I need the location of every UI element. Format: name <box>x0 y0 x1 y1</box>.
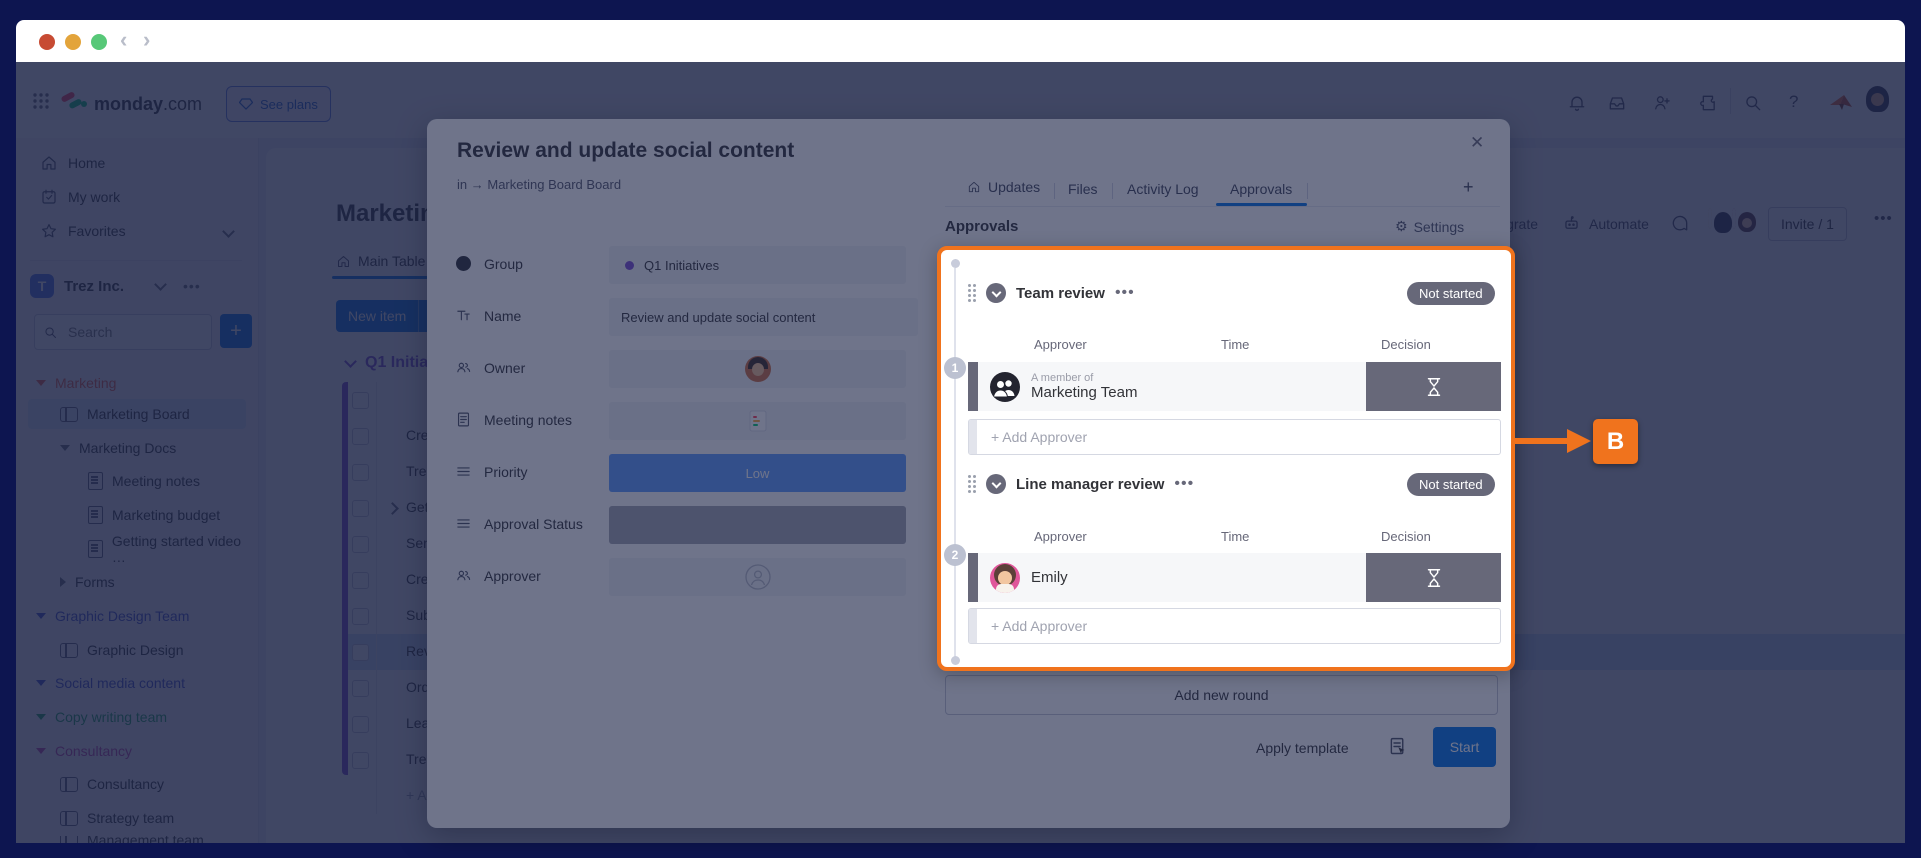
column-header-decision: Decision <box>1381 337 1431 352</box>
team-avatar <box>990 372 1020 402</box>
round-header: Line manager review ••• <box>968 474 1194 494</box>
round-name[interactable]: Line manager review <box>1016 476 1164 493</box>
approver-name: Marketing Team <box>1031 384 1137 401</box>
timeline-dot <box>951 656 960 665</box>
annotation-arrow <box>1513 425 1593 457</box>
window-zoom-button[interactable] <box>91 34 107 50</box>
drag-handle-icon[interactable] <box>968 475 976 493</box>
timeline-step-badge: 2 <box>944 544 966 566</box>
row-accent-bar <box>968 362 978 411</box>
collapse-round-icon[interactable] <box>986 283 1006 303</box>
screen: ‹ › monday.com See plans ? <box>0 0 1921 858</box>
round-menu-icon[interactable]: ••• <box>1174 475 1194 493</box>
column-header-approver: Approver <box>1034 529 1087 544</box>
decision-cell[interactable] <box>1366 553 1501 602</box>
browser-chrome: ‹ › <box>16 20 1905 62</box>
add-approver-button[interactable]: + Add Approver <box>968 608 1501 644</box>
nav-forward-icon[interactable]: › <box>143 27 150 53</box>
annotation-label: B <box>1593 419 1638 464</box>
row-accent-bar <box>968 553 978 602</box>
round-status-badge: Not started <box>1407 473 1495 496</box>
window-close-button[interactable] <box>39 34 55 50</box>
timeline-step-badge: 1 <box>944 357 966 379</box>
window-minimize-button[interactable] <box>65 34 81 50</box>
approver-row[interactable]: A member of Marketing Team <box>968 362 1501 411</box>
collapse-round-icon[interactable] <box>986 474 1006 494</box>
drag-handle-icon[interactable] <box>968 284 976 302</box>
column-header-decision: Decision <box>1381 529 1431 544</box>
round-header: Team review ••• <box>968 283 1135 303</box>
round-menu-icon[interactable]: ••• <box>1115 284 1135 302</box>
nav-back-icon[interactable]: ‹ <box>120 27 127 53</box>
add-approver-button[interactable]: + Add Approver <box>968 419 1501 455</box>
column-header-time: Time <box>1221 337 1249 352</box>
timeline-dot <box>951 259 960 268</box>
timeline-line <box>954 268 956 661</box>
column-header-time: Time <box>1221 529 1249 544</box>
approvals-spotlight-panel: 1 2 Team review ••• Not started Approver… <box>937 246 1515 671</box>
approver-name: Emily <box>1031 569 1068 586</box>
approver-row[interactable]: Emily <box>968 553 1501 602</box>
hourglass-icon <box>1423 376 1445 398</box>
column-header-approver: Approver <box>1034 337 1087 352</box>
approver-pretext: A member of <box>1031 372 1137 384</box>
hourglass-icon <box>1423 567 1445 589</box>
decision-cell[interactable] <box>1366 362 1501 411</box>
round-name[interactable]: Team review <box>1016 285 1105 302</box>
emily-avatar <box>990 563 1020 593</box>
round-status-badge: Not started <box>1407 282 1495 305</box>
